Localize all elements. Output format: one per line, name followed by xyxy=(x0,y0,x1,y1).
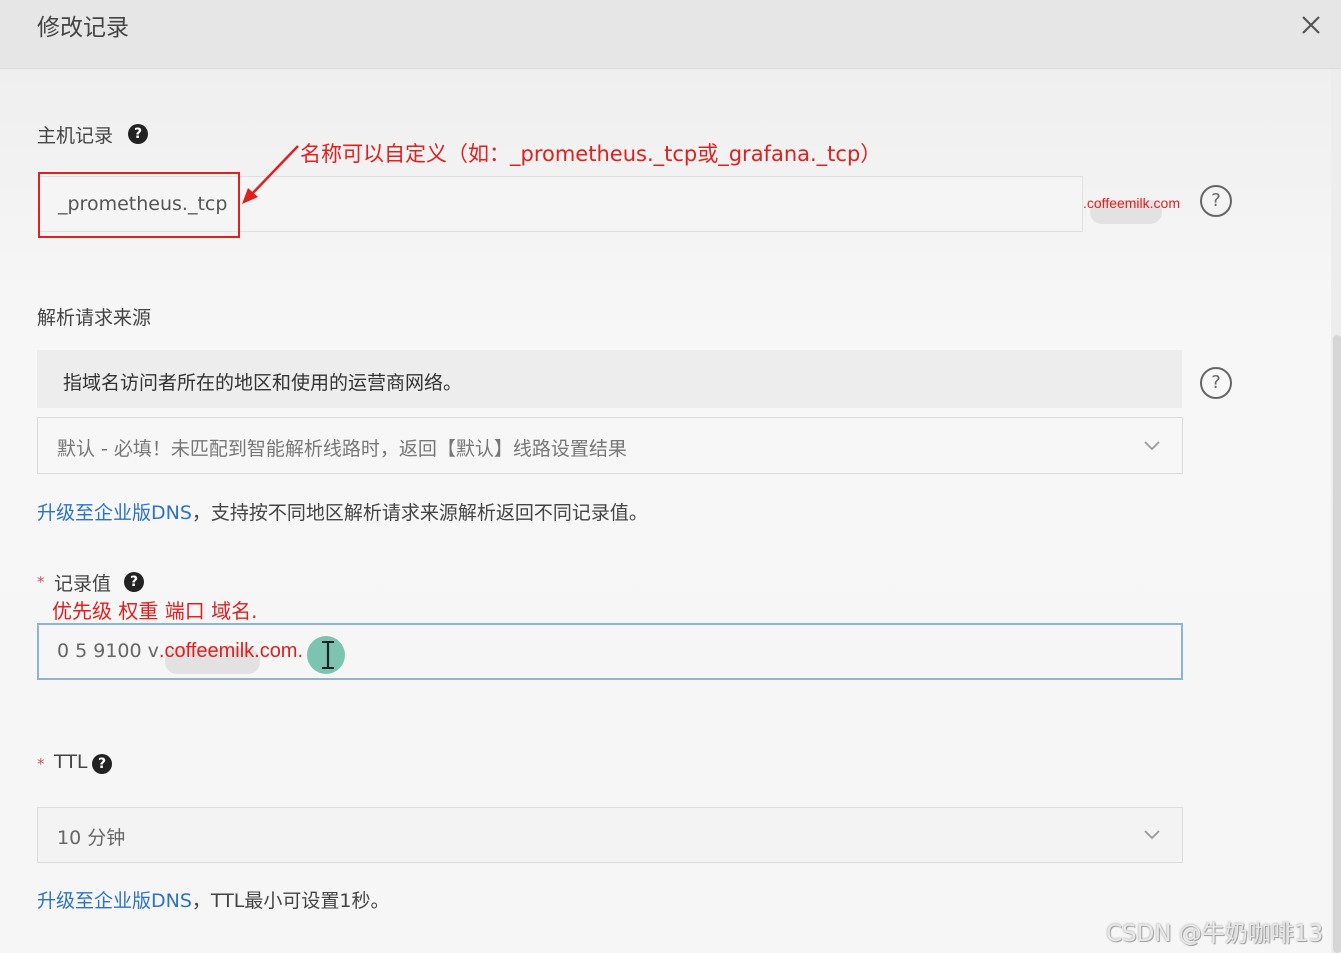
chevron-down-icon xyxy=(1144,441,1160,451)
dialog-title: 修改记录 xyxy=(37,15,129,41)
ttl-select[interactable] xyxy=(37,807,1183,863)
record-value-domain: .coffeemilk.com. xyxy=(158,640,304,662)
source-upgrade-line: 升级至企业版DNS，支持按不同地区解析请求来源解析返回不同记录值。 xyxy=(37,498,648,525)
ttl-upgrade-line: 升级至企业版DNS，TTL最小可设置1秒。 xyxy=(37,886,389,913)
help-icon[interactable]: ? xyxy=(124,572,144,592)
ttl-upgrade-description: ，TTL最小可设置1秒。 xyxy=(191,890,390,912)
ttl-label: TTL xyxy=(54,751,88,773)
help-icon[interactable]: ? xyxy=(92,754,112,774)
dialog-header: 修改记录 xyxy=(0,0,1341,69)
host-record-value: _prometheus._tcp xyxy=(58,193,228,215)
host-record-label: 主机记录 xyxy=(37,125,114,147)
help-circle-icon[interactable]: ? xyxy=(1200,367,1232,399)
record-value-prefix: 0 5 9100 v xyxy=(57,640,159,662)
record-value-annotation: 优先级 权重 端口 域名. xyxy=(52,599,258,623)
help-circle-icon[interactable]: ? xyxy=(1200,185,1232,217)
close-icon[interactable] xyxy=(1296,10,1326,40)
host-annotation: 名称可以自定义（如：_prometheus._tcp或_grafana._tcp… xyxy=(300,142,882,166)
ttl-select-value: 10 分钟 xyxy=(57,827,126,849)
source-label: 解析请求来源 xyxy=(37,307,152,329)
host-suffix: .coffeemilk.com xyxy=(1083,195,1180,211)
source-select-value: 默认 - 必填！未匹配到智能解析线路时，返回【默认】线路设置结果 xyxy=(57,438,627,460)
upgrade-description: ，支持按不同地区解析请求来源解析返回不同记录值。 xyxy=(191,502,648,524)
scrollbar-thumb[interactable] xyxy=(1333,335,1341,953)
chevron-down-icon xyxy=(1144,830,1160,840)
text-cursor-icon xyxy=(307,636,345,674)
upgrade-dns-link[interactable]: 升级至企业版DNS xyxy=(37,502,192,524)
source-description: 指域名访问者所在的地区和使用的运营商网络。 xyxy=(63,372,463,394)
upgrade-dns-link[interactable]: 升级至企业版DNS xyxy=(37,890,192,912)
help-icon[interactable]: ? xyxy=(128,124,148,144)
required-mark: * xyxy=(37,755,45,773)
record-value-label: 记录值 xyxy=(54,573,112,595)
record-value-text: 0 5 9100 v.coffeemilk.com. xyxy=(57,640,303,663)
annotation-arrow xyxy=(242,145,299,204)
required-mark: * xyxy=(37,573,45,591)
watermark: CSDN @牛奶咖啡13 xyxy=(1106,921,1324,947)
